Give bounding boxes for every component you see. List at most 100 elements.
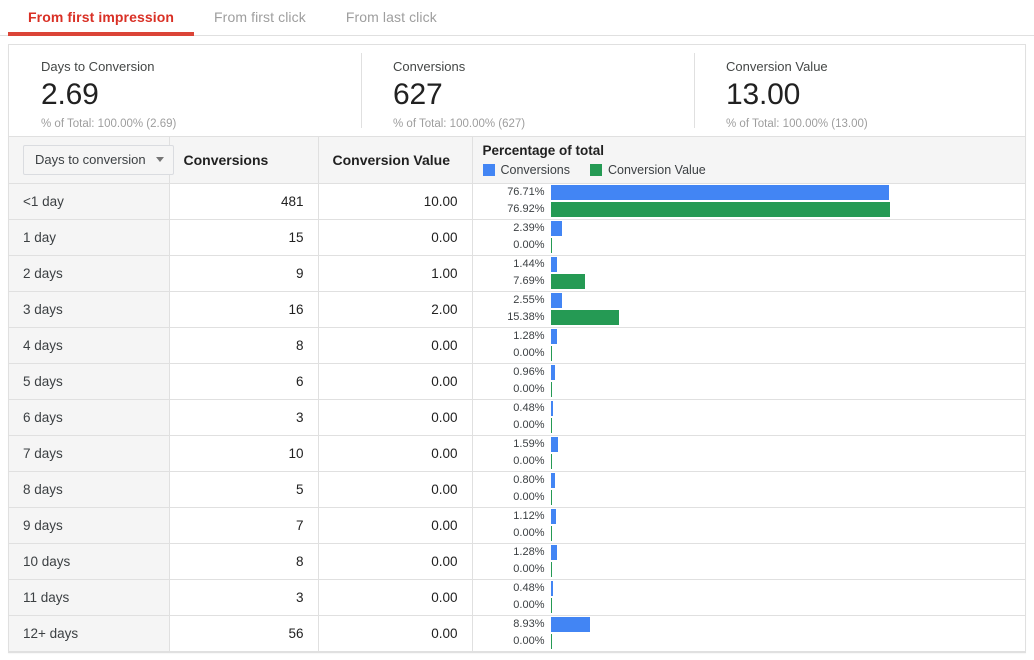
- bar-conversions: [551, 401, 553, 416]
- table-row[interactable]: 5 days60.000.96%0.00%: [9, 363, 1025, 399]
- table-row[interactable]: 1 day150.002.39%0.00%: [9, 219, 1025, 255]
- bar-row-conversions: 8.93%: [473, 616, 1026, 633]
- bar-conversions: [551, 365, 555, 380]
- cell-percentage-bars: 76.71%76.92%: [472, 183, 1025, 219]
- cell-percentage-bars: 1.59%0.00%: [472, 435, 1025, 471]
- bar-row-conversion-value: 0.00%: [473, 525, 1026, 542]
- cell-percentage-bars: 0.96%0.00%: [472, 363, 1025, 399]
- bar-row-conversions: 1.28%: [473, 328, 1026, 345]
- report-card: Days to Conversion 2.69 % of Total: 100.…: [8, 44, 1026, 653]
- table-row[interactable]: 4 days80.001.28%0.00%: [9, 327, 1025, 363]
- cell-conversions: 7: [169, 507, 318, 543]
- cell-conversion-value: 0.00: [318, 399, 472, 435]
- cell-conversion-value: 1.00: [318, 255, 472, 291]
- bar-row-conversions: 1.59%: [473, 436, 1026, 453]
- bar-group: 2.55%15.38%: [473, 292, 1026, 327]
- tab-from-first-impression[interactable]: From first impression: [8, 0, 194, 35]
- summary-value: 13.00: [726, 77, 1025, 113]
- cell-conversion-value: 0.00: [318, 219, 472, 255]
- summary-subtext: % of Total: 100.00% (13.00): [726, 116, 1025, 132]
- bar-percent-label-conversion-value: 0.00%: [473, 527, 551, 540]
- bar-percent-label-conversion-value: 0.00%: [473, 599, 551, 612]
- bar-row-conversions: 0.80%: [473, 472, 1026, 489]
- bar-group: 1.44%7.69%: [473, 256, 1026, 291]
- bar-conversion-value: [551, 526, 552, 541]
- bar-conversions: [551, 617, 590, 632]
- summary-label: Days to Conversion: [41, 59, 361, 75]
- tab-from-first-click[interactable]: From first click: [194, 0, 326, 35]
- cell-dimension: 5 days: [9, 363, 169, 399]
- column-header-conversions[interactable]: Conversions: [169, 137, 318, 183]
- bar-group: 2.39% 0.00%: [473, 220, 1026, 255]
- cell-conversions: 8: [169, 543, 318, 579]
- table-row[interactable]: 9 days70.001.12%0.00%: [9, 507, 1025, 543]
- table-row[interactable]: <1 day48110.0076.71%76.92%: [9, 183, 1025, 219]
- table-row[interactable]: 10 days80.001.28%0.00%: [9, 543, 1025, 579]
- cell-dimension: 3 days: [9, 291, 169, 327]
- cell-conversion-value: 2.00: [318, 291, 472, 327]
- legend-item-conversion-value[interactable]: Conversion Value: [590, 163, 706, 177]
- bar-percent-label-conversions: 8.93%: [473, 618, 551, 631]
- bar-percent-label-conversions: 1.44%: [473, 258, 551, 271]
- table-row[interactable]: 8 days50.000.80%0.00%: [9, 471, 1025, 507]
- cell-conversion-value: 0.00: [318, 363, 472, 399]
- cell-dimension: 2 days: [9, 255, 169, 291]
- table-head: Days to conversion Conversions Conversio…: [9, 137, 1025, 183]
- bar-percent-label-conversion-value: 0.00%: [473, 347, 551, 360]
- bar-group: 0.48%0.00%: [473, 580, 1026, 615]
- cell-conversions: 15: [169, 219, 318, 255]
- bar-row-conversions: 0.96%: [473, 364, 1026, 381]
- table-body: <1 day48110.0076.71%76.92%1 day150.002.3…: [9, 183, 1025, 651]
- dimension-select-button[interactable]: Days to conversion: [23, 145, 174, 175]
- bar-conversion-value: [551, 238, 552, 253]
- column-header-percentage-of-total: Percentage of total Conversions Conversi…: [472, 137, 1025, 183]
- bar-row-conversion-value: 0.00%: [473, 345, 1026, 362]
- table-header-row: Days to conversion Conversions Conversio…: [9, 137, 1025, 183]
- summary-metrics-strip: Days to Conversion 2.69 % of Total: 100.…: [9, 45, 1025, 137]
- table-row[interactable]: 3 days162.002.55%15.38%: [9, 291, 1025, 327]
- cell-dimension: <1 day: [9, 183, 169, 219]
- table-row[interactable]: 2 days91.001.44%7.69%: [9, 255, 1025, 291]
- bar-group: 8.93%0.00%: [473, 616, 1026, 651]
- bar-group: 0.96%0.00%: [473, 364, 1026, 399]
- cell-conversions: 5: [169, 471, 318, 507]
- column-header-conversion-value[interactable]: Conversion Value: [318, 137, 472, 183]
- cell-percentage-bars: 1.28%0.00%: [472, 543, 1025, 579]
- bar-percent-label-conversion-value: 15.38%: [473, 311, 551, 324]
- cell-dimension: 4 days: [9, 327, 169, 363]
- cell-dimension: 11 days: [9, 579, 169, 615]
- cell-conversion-value: 10.00: [318, 183, 472, 219]
- bar-row-conversions: 1.28%: [473, 544, 1026, 561]
- summary-label: Conversion Value: [726, 59, 1025, 75]
- summary-card-conversions: Conversions 627 % of Total: 100.00% (627…: [361, 45, 694, 136]
- bar-group: 1.59%0.00%: [473, 436, 1026, 471]
- bar-percent-label-conversion-value: 0.00%: [473, 239, 551, 252]
- tab-from-last-click[interactable]: From last click: [326, 0, 457, 35]
- cell-percentage-bars: 1.12%0.00%: [472, 507, 1025, 543]
- bar-percent-label-conversions: 1.28%: [473, 330, 551, 343]
- cell-conversion-value: 0.00: [318, 507, 472, 543]
- table-row[interactable]: 12+ days560.008.93%0.00%: [9, 615, 1025, 651]
- table-row[interactable]: 7 days100.001.59%0.00%: [9, 435, 1025, 471]
- bar-group: 1.28% 0.00%: [473, 328, 1026, 363]
- cell-percentage-bars: 1.28% 0.00%: [472, 327, 1025, 363]
- bar-percent-label-conversion-value: 0.00%: [473, 491, 551, 504]
- cell-conversions: 481: [169, 183, 318, 219]
- table-row[interactable]: 11 days30.000.48%0.00%: [9, 579, 1025, 615]
- bar-row-conversion-value: 0.00%: [473, 453, 1026, 470]
- column-header-dimension: Days to conversion: [9, 137, 169, 183]
- bar-conversion-value: [551, 418, 552, 433]
- bar-conversion-value: [551, 310, 619, 325]
- cell-conversion-value: 0.00: [318, 615, 472, 651]
- legend-item-conversions[interactable]: Conversions: [483, 163, 570, 177]
- cell-conversions: 6: [169, 363, 318, 399]
- bar-group: 0.48%0.00%: [473, 400, 1026, 435]
- cell-percentage-bars: 2.55%15.38%: [472, 291, 1025, 327]
- table-row[interactable]: 6 days30.000.48%0.00%: [9, 399, 1025, 435]
- cell-conversions: 3: [169, 399, 318, 435]
- bar-row-conversion-value: 0.00%: [473, 237, 1026, 254]
- bar-percent-label-conversions: 0.96%: [473, 366, 551, 379]
- bar-conversions: [551, 437, 558, 452]
- summary-label: Conversions: [393, 59, 694, 75]
- bar-percent-label-conversions: 2.39%: [473, 222, 551, 235]
